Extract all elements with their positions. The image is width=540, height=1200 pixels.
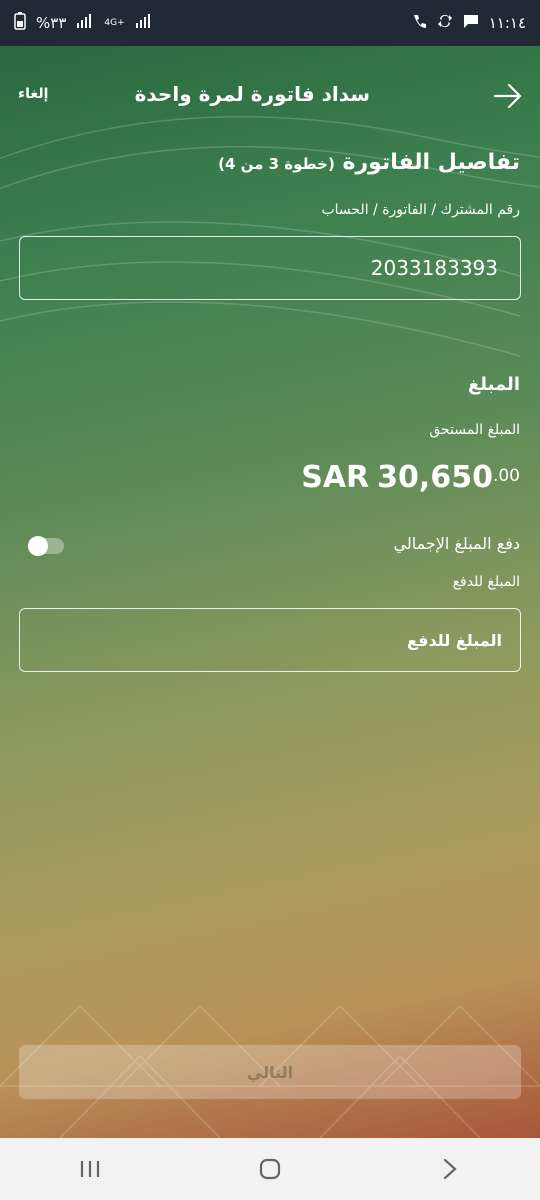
back-button[interactable]: [488, 76, 528, 116]
status-left: %٣٣ 4G+: [14, 12, 153, 34]
recent-apps-button[interactable]: [60, 1149, 120, 1189]
status-right: ١١:١٤: [411, 13, 526, 33]
chevron-right-icon: [443, 1158, 457, 1180]
pay-amount-placeholder: المبلغ للدفع: [407, 630, 502, 650]
step-indicator: (خطوة 3 من 4): [218, 155, 335, 173]
amount-main: 30,650: [377, 460, 493, 495]
back-nav-button[interactable]: [420, 1149, 480, 1189]
pay-total-label: دفع المبلغ الإجمالي: [393, 534, 520, 553]
network-type: 4G+: [104, 18, 125, 28]
pay-total-row: دفع المبلغ الإجمالي: [0, 534, 540, 564]
home-icon: [259, 1158, 281, 1180]
next-button[interactable]: التالي: [19, 1045, 521, 1099]
system-nav-bar: [0, 1138, 540, 1200]
message-icon: [463, 13, 479, 33]
invoice-details-heading: تفاصيل الفاتورة: [342, 150, 521, 175]
clock: ١١:١٤: [488, 14, 526, 32]
account-number-field[interactable]: 2033183393: [19, 236, 521, 300]
pay-amount-input[interactable]: المبلغ للدفع: [19, 608, 521, 672]
account-label: رقم المشترك / الفاتورة / الحساب: [321, 202, 520, 218]
home-button[interactable]: [240, 1149, 300, 1189]
app-bar: سداد فاتورة لمرة واحدة إلغاء: [0, 46, 540, 142]
currency: SAR: [301, 460, 370, 495]
payment-screen: سداد فاتورة لمرة واحدة إلغاء تفاصيل الفا…: [0, 46, 540, 1138]
signal-icon-2: [135, 14, 153, 32]
cancel-button[interactable]: إلغاء: [18, 86, 48, 102]
arrow-right-icon: [493, 83, 522, 109]
toggle-knob: [28, 536, 48, 556]
amount-section-title: المبلغ: [468, 374, 520, 395]
sync-icon: [437, 13, 453, 33]
invoice-details-title: تفاصيل الفاتورة (خطوة 3 من 4): [218, 150, 520, 175]
pay-amount-label: المبلغ للدفع: [452, 574, 520, 590]
battery-icon: [14, 12, 26, 34]
amount-due-value: SAR 30,650 .00: [301, 460, 520, 495]
amount-decimals: .00: [492, 466, 520, 486]
page-title: سداد فاتورة لمرة واحدة: [134, 82, 370, 106]
signal-icon: [76, 14, 94, 32]
recent-apps-icon: [80, 1161, 100, 1177]
amount-due-label: المبلغ المستحق: [429, 422, 520, 438]
account-number-value: 2033183393: [370, 256, 498, 280]
wifi-calling-icon: [411, 13, 427, 33]
battery-percent: %٣٣: [36, 14, 67, 32]
status-bar: %٣٣ 4G+ ١١:١٤: [0, 0, 540, 46]
